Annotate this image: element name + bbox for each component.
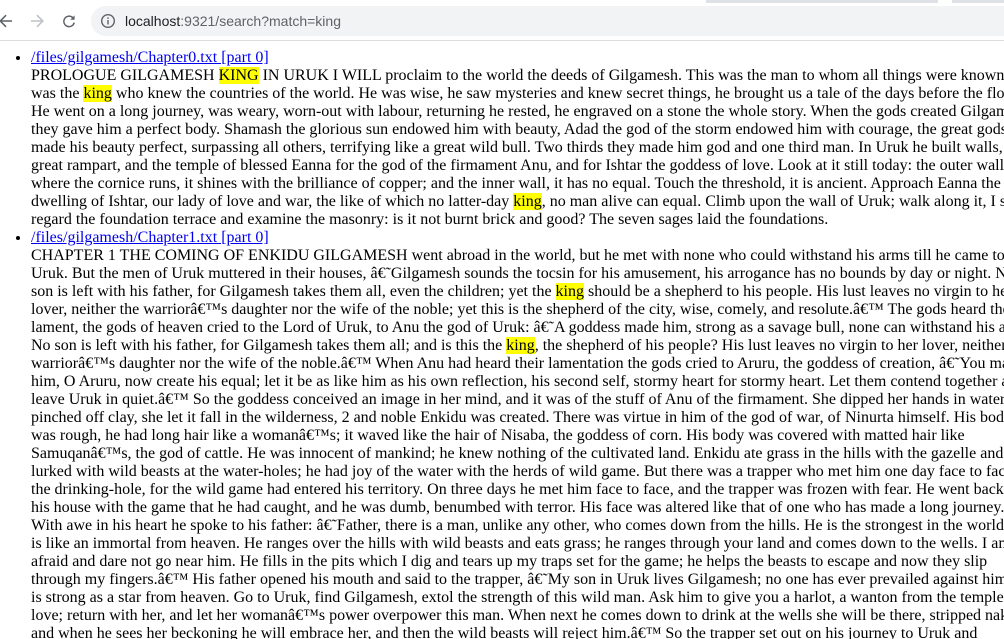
result-excerpt-line: love; return with her, and let her woman…: [31, 607, 1004, 624]
result-excerpt-line: leave Uruk in quiet.â€™ So the goddess c…: [31, 391, 1004, 408]
match-highlight: king: [83, 85, 112, 102]
result-excerpt-line: through my fingers.â€™ His father opened…: [31, 571, 1004, 588]
match-highlight: king: [506, 337, 535, 354]
result-excerpt-line: With awe in his heart he spoke to his fa…: [31, 517, 1004, 534]
url-host: localhost: [125, 13, 181, 29]
match-highlight: king: [513, 193, 542, 210]
result-excerpt-line: pinched off clay, she let it fall in the…: [31, 409, 1004, 426]
match-highlight: KING: [218, 67, 259, 84]
address-bar[interactable]: localhost:9321/search?match=king: [91, 6, 1004, 36]
result-file-link[interactable]: /files/gilgamesh/Chapter1.txt [part 0]: [31, 229, 269, 246]
result-excerpt-line: is strong as a star from heaven. Go to U…: [31, 589, 1004, 606]
reload-button[interactable]: [58, 10, 80, 32]
browser-toolbar: localhost:9321/search?match=king: [0, 0, 1004, 41]
back-button[interactable]: [0, 10, 17, 32]
result-excerpt-line: made his beauty perfect, surpassing all …: [31, 139, 1004, 156]
result-excerpt-line: lurked with wild beasts at the water-hol…: [31, 463, 1004, 480]
tab-strip-edge: [706, 0, 938, 3]
result-excerpt-line: Samuqanâ€™s, the god of cattle. He was i…: [31, 445, 1004, 462]
result-excerpt-line: is like an immortal from heaven. He rang…: [31, 535, 1004, 552]
result-excerpt-line: warriorâ€™s daughter nor the wife of the…: [31, 355, 1004, 372]
forward-button[interactable]: [26, 10, 48, 32]
result-excerpt-line: afraid and dare not go near him. He fill…: [31, 553, 988, 570]
result-excerpt-line: the drinking-hole, for the wild game had…: [31, 481, 1004, 498]
info-icon[interactable]: [100, 13, 116, 29]
result-excerpt-line: and when he sees her beckoning he will e…: [31, 625, 978, 639]
result-excerpt-line: was the king who knew the countries of t…: [31, 85, 1004, 102]
result-excerpt-line: dwelling of Ishtar, our lady of love and…: [31, 193, 1004, 210]
url-text[interactable]: localhost:9321/search?match=king: [125, 12, 341, 30]
match-highlight: king: [555, 283, 584, 300]
page-content: /files/gilgamesh/Chapter0.txt [part 0]PR…: [0, 41, 1004, 639]
result-excerpt-line: where the cornice runs, it shines with t…: [31, 175, 1001, 192]
result-excerpt-line: lament, the gods of heaven cried to the …: [31, 319, 1004, 336]
result-excerpt-line: great rampart, and the temple of blessed…: [31, 157, 1004, 174]
search-result-item: /files/gilgamesh/Chapter1.txt [part 0]CH…: [31, 229, 1004, 639]
result-excerpt-line: CHAPTER 1 THE COMING OF ENKIDU GILGAMESH…: [31, 247, 1004, 264]
result-excerpt-line: was rough, he had long hair like a woman…: [31, 427, 965, 444]
result-file-link[interactable]: /files/gilgamesh/Chapter0.txt [part 0]: [31, 49, 269, 66]
result-excerpt-line: regard the foundation terrace and examin…: [31, 211, 829, 228]
result-excerpt-line: lover, neither the warriorâ€™s daughter …: [31, 301, 1004, 318]
tab-strip-edge: [952, 0, 1004, 3]
url-path: :9321/search?match=king: [180, 13, 341, 29]
result-excerpt-line: PROLOGUE GILGAMESH KING IN URUK I WILL p…: [31, 67, 1004, 84]
result-excerpt-line: they gave him a perfect body. Shamash th…: [31, 121, 1004, 138]
result-excerpt-line: him, O Aruru, now create his equal; let …: [31, 373, 1004, 390]
search-results-list: /files/gilgamesh/Chapter0.txt [part 0]PR…: [0, 49, 1004, 639]
result-excerpt-line: He went on a long journey, was weary, wo…: [31, 103, 1004, 120]
result-excerpt-line: son is left with his father, for Gilgame…: [31, 283, 1004, 300]
result-excerpt-line: his house with the game that he had caug…: [31, 499, 1004, 516]
search-result-item: /files/gilgamesh/Chapter0.txt [part 0]PR…: [31, 49, 1004, 229]
arrow-left-icon: [0, 13, 14, 29]
result-excerpt-line: No son is left with his father, for Gilg…: [31, 337, 1004, 354]
result-excerpt-line: Uruk. But the men of Uruk muttered in th…: [31, 265, 1004, 282]
reload-icon: [61, 13, 77, 29]
arrow-right-icon: [29, 13, 45, 29]
